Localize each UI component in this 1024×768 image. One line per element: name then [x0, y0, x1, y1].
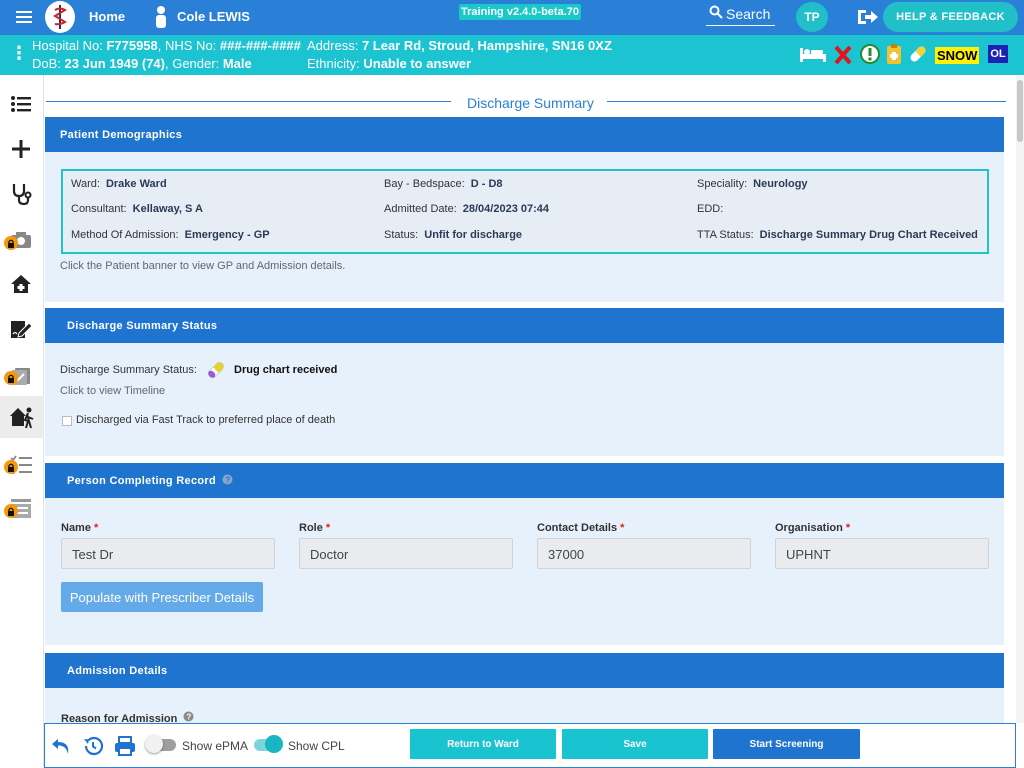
- save-button[interactable]: Save: [562, 729, 708, 759]
- banner-note: Click the Patient banner to view GP and …: [60, 260, 346, 272]
- name-label: Name *: [61, 522, 99, 534]
- contact-details-label: Contact Details *: [537, 522, 625, 534]
- bay-field: Bay - Bedspace: D - D8: [384, 178, 503, 190]
- snow-badge[interactable]: SNOW: [935, 47, 980, 64]
- help-icon[interactable]: ?: [222, 474, 233, 488]
- patient-demographics-panel: Patient Demographics Ward: Drake Ward Bay…: [45, 117, 1004, 302]
- speciality-field: Speciality: Neurology: [697, 178, 808, 190]
- consultant-field: Consultant: Kellaway, S A: [71, 203, 203, 215]
- show-epma-label: Show ePMA: [182, 739, 249, 753]
- search-icon: [709, 5, 723, 22]
- search-button[interactable]: Search: [706, 2, 775, 26]
- role-input[interactable]: Doctor: [299, 538, 513, 569]
- panel-header[interactable]: Discharge Summary Status: [45, 308, 1004, 343]
- person-icon: [150, 5, 172, 29]
- top-bar: Home Cole LEWIS Training v2.4.0-beta.70 …: [0, 0, 1024, 35]
- name-input[interactable]: Test Dr: [61, 538, 275, 569]
- help-icon[interactable]: ?: [183, 711, 194, 723]
- fast-track-checkbox[interactable]: [62, 416, 72, 426]
- training-badge: Training v2.4.0-beta.70: [459, 4, 581, 20]
- help-feedback-button[interactable]: HELP & FEEDBACK: [883, 2, 1018, 32]
- pill-icon: [206, 360, 226, 380]
- status-field: Status: Unfit for discharge: [384, 229, 523, 241]
- home-link[interactable]: Home: [89, 9, 125, 24]
- lock-icon: [4, 236, 18, 250]
- view-timeline-link[interactable]: Click to view Timeline: [60, 385, 165, 397]
- logout-icon[interactable]: [855, 7, 879, 27]
- panel-header[interactable]: Admission Details: [45, 653, 1004, 688]
- ward-field: Ward: Drake Ward: [71, 178, 167, 190]
- hamburger-icon[interactable]: [13, 6, 35, 28]
- panel-header[interactable]: Person Completing Record ?: [45, 463, 1004, 498]
- title-divider-left: [46, 101, 451, 102]
- admitted-date-field: Admitted Date: 28/04/2023 07:44: [384, 203, 550, 215]
- discharge-status-panel: Discharge Summary Status Discharge Summa…: [45, 308, 1004, 456]
- alert-icon[interactable]: [859, 43, 881, 65]
- plus-icon[interactable]: [8, 136, 34, 162]
- ol-badge[interactable]: OL: [988, 45, 1008, 63]
- tta-status-field: TTA Status: Discharge Summary Drug Chart …: [697, 229, 978, 241]
- show-epma-toggle-knob[interactable]: [145, 735, 163, 753]
- page-title-bar: Discharge Summary: [46, 86, 1006, 116]
- banner-ethnicity: Ethnicity: Unable to answer: [307, 56, 472, 71]
- title-divider-right: [607, 101, 1006, 102]
- user-avatar[interactable]: TP: [796, 2, 828, 32]
- reason-for-admission-label: Reason for Admission ?: [61, 711, 194, 723]
- discharge-walk-icon[interactable]: [0, 396, 44, 438]
- start-screening-button[interactable]: Start Screening: [713, 729, 860, 759]
- main-content: Discharge Summary Patient Demographics W…: [44, 75, 1016, 723]
- list-icon[interactable]: [8, 91, 34, 117]
- edd-field: EDD:: [697, 203, 724, 215]
- history-icon[interactable]: [82, 735, 104, 757]
- discharge-status-label: Discharge Summary Status:: [60, 364, 197, 376]
- clipboard-icon[interactable]: [885, 43, 903, 65]
- edit-signature-icon[interactable]: [8, 316, 34, 342]
- footer-toolbar: Show ePMA Show CPL Return to Ward Save S…: [44, 723, 1016, 768]
- banner-menu-icon[interactable]: ⋮: [10, 44, 28, 62]
- show-cpl-toggle-knob[interactable]: [265, 735, 283, 753]
- person-completing-panel: Person Completing Record ? Name * Role *…: [45, 463, 1004, 645]
- scrollbar-thumb[interactable]: [1017, 80, 1023, 142]
- lock-icon: [4, 504, 18, 518]
- lock-icon: [4, 371, 18, 385]
- red-cross-icon[interactable]: [833, 43, 853, 65]
- undo-icon[interactable]: [50, 735, 72, 757]
- populate-prescriber-button[interactable]: Populate with Prescriber Details: [61, 582, 263, 612]
- home-medical-icon[interactable]: [8, 271, 34, 297]
- fast-track-label: Discharged via Fast Track to preferred p…: [76, 414, 336, 426]
- method-of-admission-field: Method Of Admission: Emergency - GP: [71, 229, 270, 241]
- patient-name[interactable]: Cole LEWIS: [177, 9, 250, 24]
- logo-icon[interactable]: [45, 1, 75, 33]
- page-title: Discharge Summary: [467, 95, 594, 111]
- svg-text:?: ?: [187, 712, 192, 721]
- search-label: Search: [726, 5, 771, 22]
- discharge-status-value: Drug chart received: [234, 364, 338, 376]
- role-label: Role *: [299, 522, 331, 534]
- banner-line-1: Hospital No: F775958, NHS No: ###-###-##…: [32, 38, 301, 53]
- lock-icon: [4, 460, 18, 474]
- bed-icon[interactable]: [798, 43, 828, 65]
- pill-icon[interactable]: [907, 43, 929, 65]
- svg-text:?: ?: [225, 475, 230, 484]
- demographics-box[interactable]: Ward: Drake Ward Bay - Bedspace: D - D8 Sp…: [61, 169, 989, 254]
- banner-address: Address: 7 Lear Rd, Stroud, Hampshire, S…: [307, 38, 612, 53]
- contact-details-input[interactable]: 37000: [537, 538, 751, 569]
- panel-header[interactable]: Patient Demographics: [45, 117, 1004, 152]
- scrollbar-track[interactable]: [1016, 75, 1024, 723]
- organisation-input[interactable]: UPHNT: [775, 538, 989, 569]
- banner-line-2: DoB: 23 Jun 1949 (74), Gender: Male: [32, 56, 252, 71]
- printer-icon[interactable]: [114, 735, 136, 757]
- stethoscope-icon[interactable]: [8, 181, 34, 207]
- show-cpl-label: Show CPL: [288, 739, 345, 753]
- sidebar: [0, 75, 44, 768]
- admission-details-panel: Admission Details Reason for Admission ?: [45, 653, 1004, 723]
- return-to-ward-button[interactable]: Return to Ward: [410, 729, 556, 759]
- organisation-label: Organisation *: [775, 522, 851, 534]
- patient-banner[interactable]: ⋮ Hospital No: F775958, NHS No: ###-###-…: [0, 35, 1024, 75]
